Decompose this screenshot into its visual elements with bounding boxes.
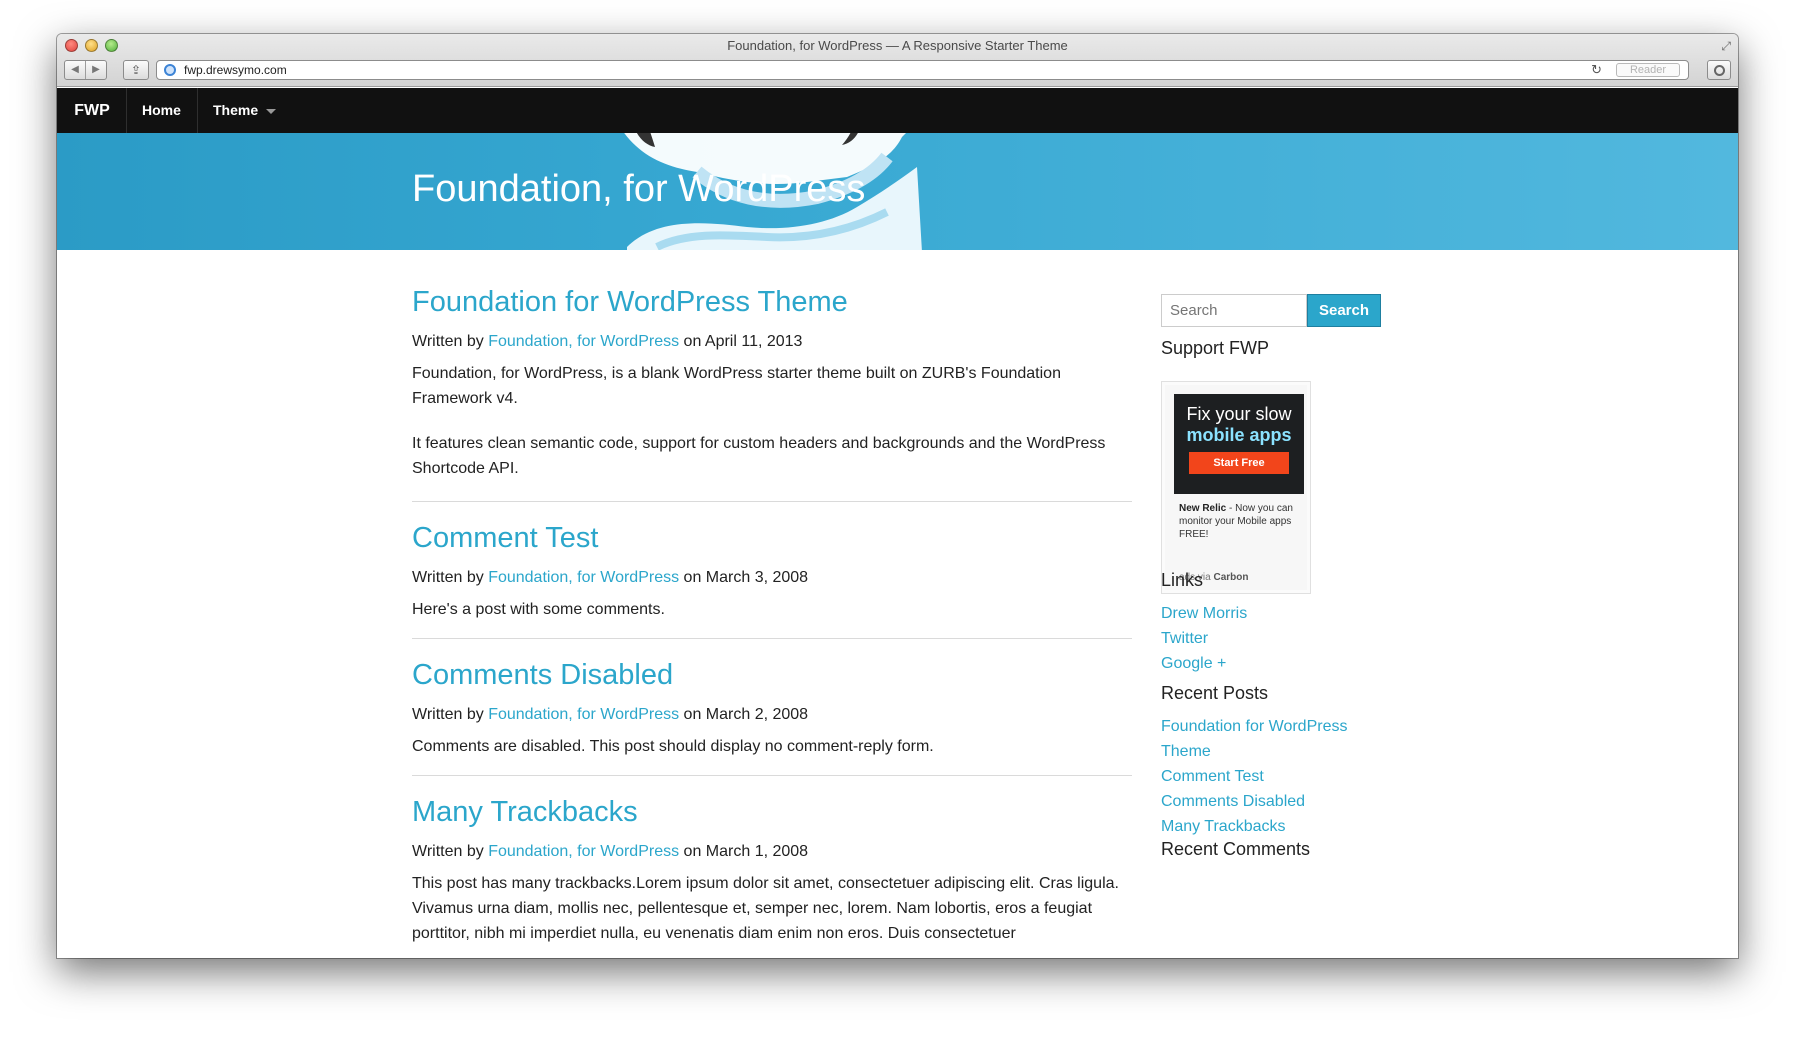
share-icon[interactable]: ⇪ bbox=[123, 60, 149, 80]
support-title: Support FWP bbox=[1161, 338, 1270, 358]
written-by-label: Written by bbox=[412, 569, 484, 586]
nav-home[interactable]: Home bbox=[126, 88, 198, 133]
post-author-link[interactable]: Foundation, for WordPress bbox=[488, 706, 679, 723]
carbon-ad[interactable]: Fix your slow mobile apps Start Free New… bbox=[1161, 381, 1311, 594]
url-text: fwp.drewsymo.com bbox=[184, 63, 287, 77]
ad-via-brand: Carbon bbox=[1213, 572, 1249, 583]
ad-headline: Fix your slow bbox=[1186, 404, 1292, 424]
chevron-down-icon bbox=[266, 108, 277, 114]
ad-cta-button[interactable]: Start Free bbox=[1189, 452, 1289, 474]
post-date: on March 2, 2008 bbox=[683, 706, 809, 723]
post: Comment Test Written by Foundation, for … bbox=[412, 502, 1132, 639]
reload-icon[interactable]: ↻ bbox=[1591, 61, 1602, 79]
post-paragraph: Foundation, for WordPress, is a blank Wo… bbox=[412, 365, 1061, 407]
ad-headline-highlight: mobile apps bbox=[1186, 425, 1292, 445]
post-paragraph: It features clean semantic code, support… bbox=[412, 435, 1106, 477]
links-title: Links bbox=[1161, 570, 1204, 590]
post-meta: Written by Foundation, for WordPress on … bbox=[412, 841, 1132, 863]
ad-description[interactable]: New Relic - Now you can monitor your Mob… bbox=[1179, 502, 1301, 541]
ad-image[interactable]: Fix your slow mobile apps Start Free bbox=[1174, 394, 1304, 494]
nav-theme-label: Theme bbox=[213, 102, 259, 118]
recent-posts-title: Recent Posts bbox=[1161, 683, 1269, 703]
written-by-label: Written by bbox=[412, 843, 484, 860]
header-banner: Foundation, for WordPress bbox=[57, 133, 1738, 250]
search-button[interactable]: Search bbox=[1307, 294, 1381, 327]
post-title[interactable]: Comment Test bbox=[412, 522, 1132, 555]
ad-brand: New Relic bbox=[1179, 503, 1227, 514]
recent-post-item[interactable]: Comment Test bbox=[1161, 764, 1347, 789]
post-author-link[interactable]: Foundation, for WordPress bbox=[488, 569, 679, 586]
recent-comments-title: Recent Comments bbox=[1161, 839, 1311, 859]
window-title: Foundation, for WordPress — A Responsive… bbox=[727, 38, 1068, 53]
post-author-link[interactable]: Foundation, for WordPress bbox=[488, 333, 679, 350]
globe-icon bbox=[164, 64, 176, 76]
back-arrow-icon[interactable]: ◀ bbox=[65, 61, 86, 79]
link-item[interactable]: Drew Morris bbox=[1161, 601, 1247, 626]
post-meta: Written by Foundation, for WordPress on … bbox=[412, 567, 1132, 589]
post-paragraph: Here's a post with some comments. bbox=[412, 601, 665, 618]
post: Many Trackbacks Written by Foundation, f… bbox=[412, 776, 1132, 946]
search-input[interactable] bbox=[1161, 294, 1307, 327]
fullscreen-icon[interactable]: ⤢ bbox=[1721, 39, 1731, 54]
post: Comments Disabled Written by Foundation,… bbox=[412, 639, 1132, 776]
search-form: Search bbox=[1161, 294, 1381, 327]
recent-post-item[interactable]: Foundation for WordPress bbox=[1161, 714, 1347, 739]
downloads-icon bbox=[1714, 65, 1725, 76]
post-title[interactable]: Many Trackbacks bbox=[412, 796, 1132, 829]
written-by-label: Written by bbox=[412, 333, 484, 350]
browser-titlebar: Foundation, for WordPress — A Responsive… bbox=[57, 34, 1738, 87]
links-list: Drew Morris Twitter Google + bbox=[1161, 601, 1247, 676]
post-title[interactable]: Foundation for WordPress Theme bbox=[412, 286, 1132, 319]
recent-posts-list: Foundation for WordPress Theme Comment T… bbox=[1161, 714, 1347, 839]
post-date: on March 3, 2008 bbox=[683, 569, 809, 586]
link-item[interactable]: Google + bbox=[1161, 651, 1247, 676]
post-author-link[interactable]: Foundation, for WordPress bbox=[488, 843, 679, 860]
post-paragraph: This post has many trackbacks.Lorem ipsu… bbox=[412, 875, 1119, 942]
site-title[interactable]: Foundation, for WordPress bbox=[412, 168, 865, 211]
written-by-label: Written by bbox=[412, 706, 484, 723]
downloads-button[interactable] bbox=[1707, 60, 1731, 80]
post-list: Foundation for WordPress Theme Written b… bbox=[412, 250, 1132, 958]
site-top-bar: FWP Home Theme bbox=[57, 88, 1738, 133]
site-logo[interactable]: FWP bbox=[57, 88, 127, 133]
recent-post-item[interactable]: Theme bbox=[1161, 739, 1347, 764]
back-forward-buttons: ◀ ▶ bbox=[64, 60, 107, 80]
reader-button[interactable]: Reader bbox=[1616, 63, 1680, 77]
forward-arrow-icon[interactable]: ▶ bbox=[86, 61, 106, 79]
link-item[interactable]: Twitter bbox=[1161, 626, 1247, 651]
post-title[interactable]: Comments Disabled bbox=[412, 659, 1132, 692]
browser-window: Foundation, for WordPress — A Responsive… bbox=[57, 34, 1738, 958]
post: Foundation for WordPress Theme Written b… bbox=[412, 250, 1132, 502]
post-paragraph: Comments are disabled. This post should … bbox=[412, 738, 934, 755]
post-date: on April 11, 2013 bbox=[683, 333, 803, 350]
nav-theme[interactable]: Theme bbox=[197, 88, 295, 133]
recent-post-item[interactable]: Comments Disabled bbox=[1161, 789, 1347, 814]
post-date: on March 1, 2008 bbox=[683, 843, 809, 860]
post-meta: Written by Foundation, for WordPress on … bbox=[412, 704, 1132, 726]
address-bar[interactable]: fwp.drewsymo.com ↻ Reader bbox=[156, 60, 1689, 80]
browser-toolbar: ◀ ▶ ⇪ fwp.drewsymo.com ↻ Reader bbox=[57, 58, 1738, 82]
recent-post-item[interactable]: Many Trackbacks bbox=[1161, 814, 1347, 839]
post-meta: Written by Foundation, for WordPress on … bbox=[412, 331, 1132, 353]
